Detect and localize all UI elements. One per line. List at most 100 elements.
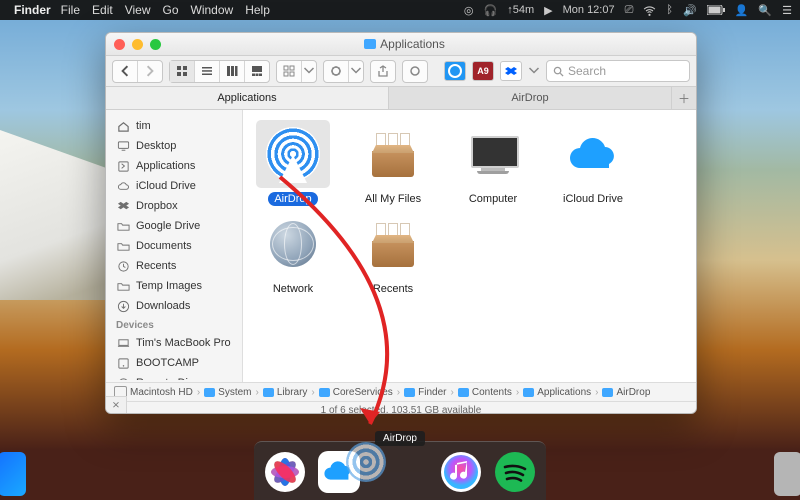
- menubar-play-icon[interactable]: ▶: [544, 4, 552, 17]
- action-dropdown[interactable]: [348, 61, 363, 82]
- onepassword-icon[interactable]: [444, 61, 466, 81]
- tab-new-button[interactable]: ＋: [672, 87, 696, 109]
- menubar-screen-icon[interactable]: ⎚: [625, 4, 634, 17]
- dropbox-toolbar-icon[interactable]: [500, 61, 522, 81]
- tab-airdrop[interactable]: AirDrop: [389, 87, 672, 109]
- menu-go[interactable]: Go: [163, 3, 179, 17]
- menu-edit[interactable]: Edit: [92, 3, 113, 17]
- folder-icon: [204, 388, 215, 397]
- pathbar-segment[interactable]: Applications: [523, 387, 591, 398]
- window-minimize-button[interactable]: [132, 39, 143, 50]
- sidebar-collapse-button[interactable]: ⨯: [106, 396, 127, 413]
- sidebar-item-label: Downloads: [136, 300, 190, 312]
- menubar-user-icon[interactable]: 👤: [735, 4, 749, 17]
- sidebar-item-applications[interactable]: Applications: [106, 156, 242, 176]
- view-column-button[interactable]: [219, 61, 244, 82]
- folder-icon: [263, 388, 274, 397]
- network-icon: [256, 210, 330, 278]
- menubar-spotlight-icon[interactable]: 🔍: [758, 4, 772, 17]
- view-gallery-button[interactable]: [244, 61, 269, 82]
- pathbar-segment[interactable]: Library: [263, 387, 308, 398]
- finder-item-network[interactable]: Network: [247, 210, 339, 296]
- search-placeholder: Search: [568, 64, 606, 78]
- pathbar-chevron-icon: ›: [256, 387, 259, 398]
- menubar-volume-icon[interactable]: 🔊: [683, 4, 697, 17]
- window-titlebar[interactable]: Applications: [106, 33, 696, 56]
- home-icon: [116, 119, 130, 133]
- search-field[interactable]: Search: [546, 60, 690, 82]
- window-title: Applications: [161, 37, 648, 51]
- pathbar-segment[interactable]: Contents: [458, 387, 512, 398]
- folder-icon: [523, 388, 534, 397]
- arrange-dropdown[interactable]: [301, 61, 316, 82]
- tags-button[interactable]: [403, 61, 427, 82]
- a91-icon[interactable]: A9: [472, 61, 494, 81]
- dropbox-icon: [116, 199, 130, 213]
- pathbar-segment[interactable]: AirDrop: [602, 387, 650, 398]
- sidebar-item-icloud-drive[interactable]: iCloud Drive: [106, 176, 242, 196]
- sidebar-item-dropbox[interactable]: Dropbox: [106, 196, 242, 216]
- sidebar-item-temp-images[interactable]: Temp Images: [106, 276, 242, 296]
- pathbar-segment[interactable]: CoreServices: [319, 387, 393, 398]
- finder-item-all-my-files[interactable]: All My Files: [347, 120, 439, 206]
- menubar-headphones-icon[interactable]: 🎧: [484, 4, 498, 17]
- sidebar-item-tim-s-macbook-pro[interactable]: Tim's MacBook Pro: [106, 333, 242, 353]
- window-zoom-button[interactable]: [150, 39, 161, 50]
- share-button[interactable]: [371, 61, 395, 82]
- menubar-app-name[interactable]: Finder: [14, 3, 51, 17]
- pathbar-segment[interactable]: Finder: [404, 387, 446, 398]
- menubar-battery-icon[interactable]: [707, 5, 725, 15]
- window-close-button[interactable]: [114, 39, 125, 50]
- nav-forward-button[interactable]: [137, 61, 162, 82]
- sidebar-item-remote-disc[interactable]: Remote Disc: [106, 373, 242, 380]
- sidebar-item-documents[interactable]: Documents: [106, 236, 242, 256]
- dock-app-spotify[interactable]: [494, 451, 536, 493]
- finder-item-computer[interactable]: Computer: [447, 120, 539, 206]
- menubar-clock[interactable]: Mon 12:07: [563, 4, 615, 16]
- view-list-button[interactable]: [194, 61, 219, 82]
- finder-item-icloud-drive[interactable]: iCloud Drive: [547, 120, 639, 206]
- download-icon: [116, 299, 130, 313]
- action-button[interactable]: [324, 61, 348, 82]
- cloud-icon: [116, 179, 130, 193]
- menubar-extra-icon[interactable]: ◎: [464, 4, 474, 17]
- menu-file[interactable]: File: [61, 3, 80, 17]
- sidebar-item-google-drive[interactable]: Google Drive: [106, 216, 242, 236]
- sidebar-item-label: Recents: [136, 260, 176, 272]
- sidebar-item-recents[interactable]: Recents: [106, 256, 242, 276]
- menu-window[interactable]: Window: [191, 3, 234, 17]
- pathbar-segment[interactable]: System: [204, 387, 251, 398]
- sidebar-item-label: Applications: [136, 160, 195, 172]
- sidebar-section-header: Devices: [106, 316, 242, 333]
- menu-help[interactable]: Help: [245, 3, 270, 17]
- finder-item-label: Computer: [463, 192, 523, 206]
- apps-icon: [116, 159, 130, 173]
- sidebar-item-downloads[interactable]: Downloads: [106, 296, 242, 316]
- arrange-button[interactable]: [277, 61, 301, 82]
- pathbar-chevron-icon: ›: [595, 387, 598, 398]
- nav-back-button[interactable]: [113, 61, 137, 82]
- dock-app-itunes[interactable]: [440, 451, 482, 493]
- sidebar-item-tim[interactable]: tim: [106, 116, 242, 136]
- menu-view[interactable]: View: [125, 3, 151, 17]
- menubar-bluetooth-icon[interactable]: ᛒ: [666, 4, 673, 16]
- dragged-airdrop-icon[interactable]: [346, 442, 386, 482]
- finder-pathbar[interactable]: Macintosh HD›System›Library›CoreServices…: [106, 382, 696, 401]
- finder-content-area[interactable]: AirDropAll My Files Computer iCloud Drive N…: [243, 110, 696, 382]
- menubar-notification-icon[interactable]: ☰: [782, 4, 792, 17]
- pathbar-chevron-icon: ›: [311, 387, 314, 398]
- pathbar-segment-label: AirDrop: [616, 387, 650, 398]
- menubar-uptime[interactable]: ↑ 54m: [507, 4, 534, 16]
- tab-applications[interactable]: Applications: [106, 87, 389, 109]
- view-icon-button[interactable]: [170, 61, 194, 82]
- sidebar-item-bootcamp[interactable]: BOOTCAMP: [106, 353, 242, 373]
- sidebar-item-desktop[interactable]: Desktop: [106, 136, 242, 156]
- dock-app-photos[interactable]: [264, 451, 306, 493]
- window-title-text: Applications: [380, 37, 445, 51]
- finder-item-recents[interactable]: Recents: [347, 210, 439, 296]
- airdrop-icon: [256, 120, 330, 188]
- dropbox-dropdown[interactable]: [528, 61, 540, 82]
- menubar-wifi-icon[interactable]: [643, 4, 656, 17]
- finder-item-airdrop[interactable]: AirDrop: [247, 120, 339, 206]
- finder-item-label: Recents: [367, 282, 419, 296]
